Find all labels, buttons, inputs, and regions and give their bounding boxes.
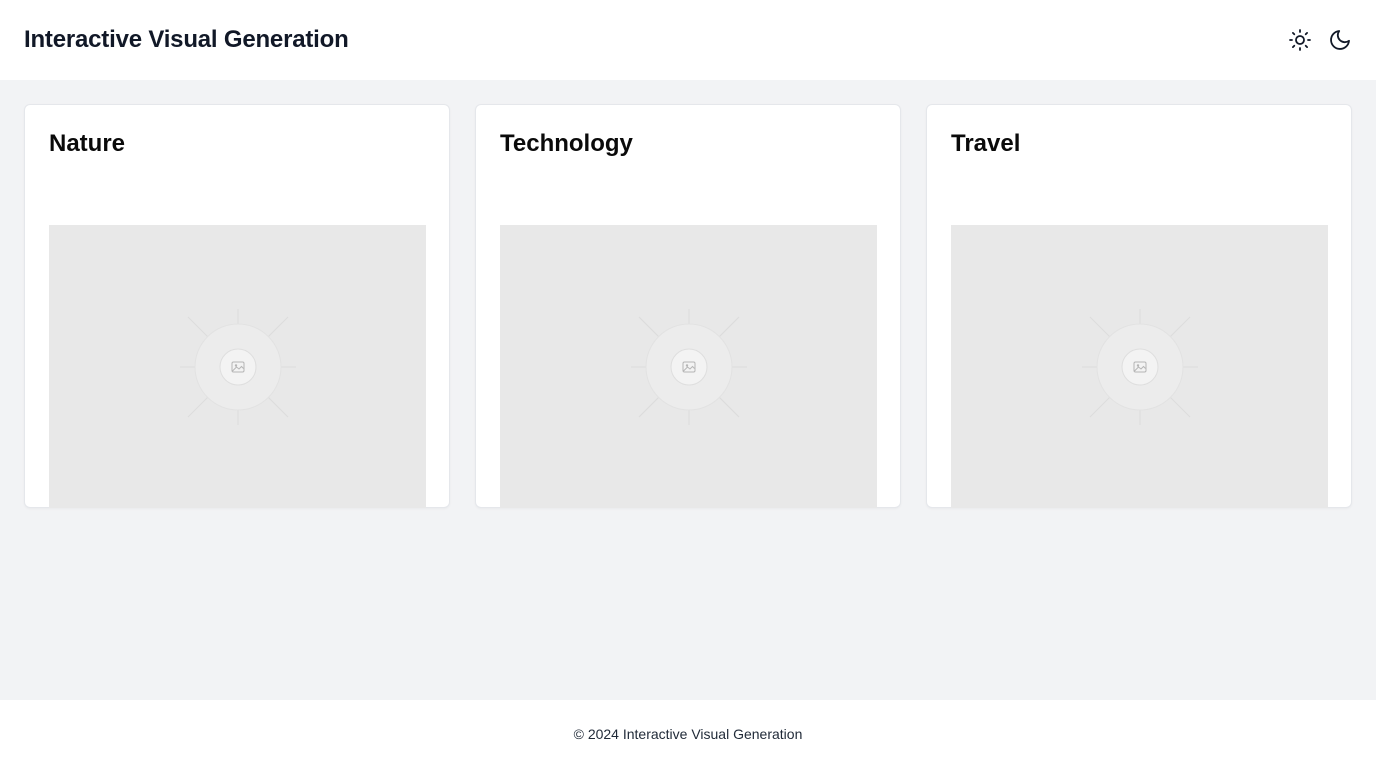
app-title: Interactive Visual Generation: [24, 26, 349, 53]
app-footer: © 2024 Interactive Visual Generation: [0, 700, 1376, 768]
card-technology[interactable]: Technology: [475, 104, 901, 508]
card-grid: Nature Technology Travel: [24, 104, 1352, 508]
card-nature[interactable]: Nature: [24, 104, 450, 508]
image-placeholder-icon: [1081, 308, 1198, 425]
moon-icon: [1330, 30, 1350, 50]
card-title: Nature: [49, 130, 126, 157]
image-placeholder: [951, 225, 1328, 508]
image-placeholder: [49, 225, 426, 508]
light-mode-button[interactable]: [1288, 28, 1312, 52]
theme-toggles: [1288, 28, 1352, 52]
card-title: Travel: [951, 130, 1021, 157]
image-placeholder: [500, 225, 877, 508]
sun-icon: [1289, 29, 1311, 51]
image-placeholder-icon: [179, 308, 296, 425]
card-title: Technology: [500, 130, 633, 157]
dark-mode-button[interactable]: [1328, 28, 1352, 52]
card-travel[interactable]: Travel: [926, 104, 1352, 508]
footer-copyright: © 2024 Interactive Visual Generation: [573, 726, 803, 742]
app-header: Interactive Visual Generation: [0, 0, 1376, 80]
image-placeholder-icon: [630, 308, 747, 425]
